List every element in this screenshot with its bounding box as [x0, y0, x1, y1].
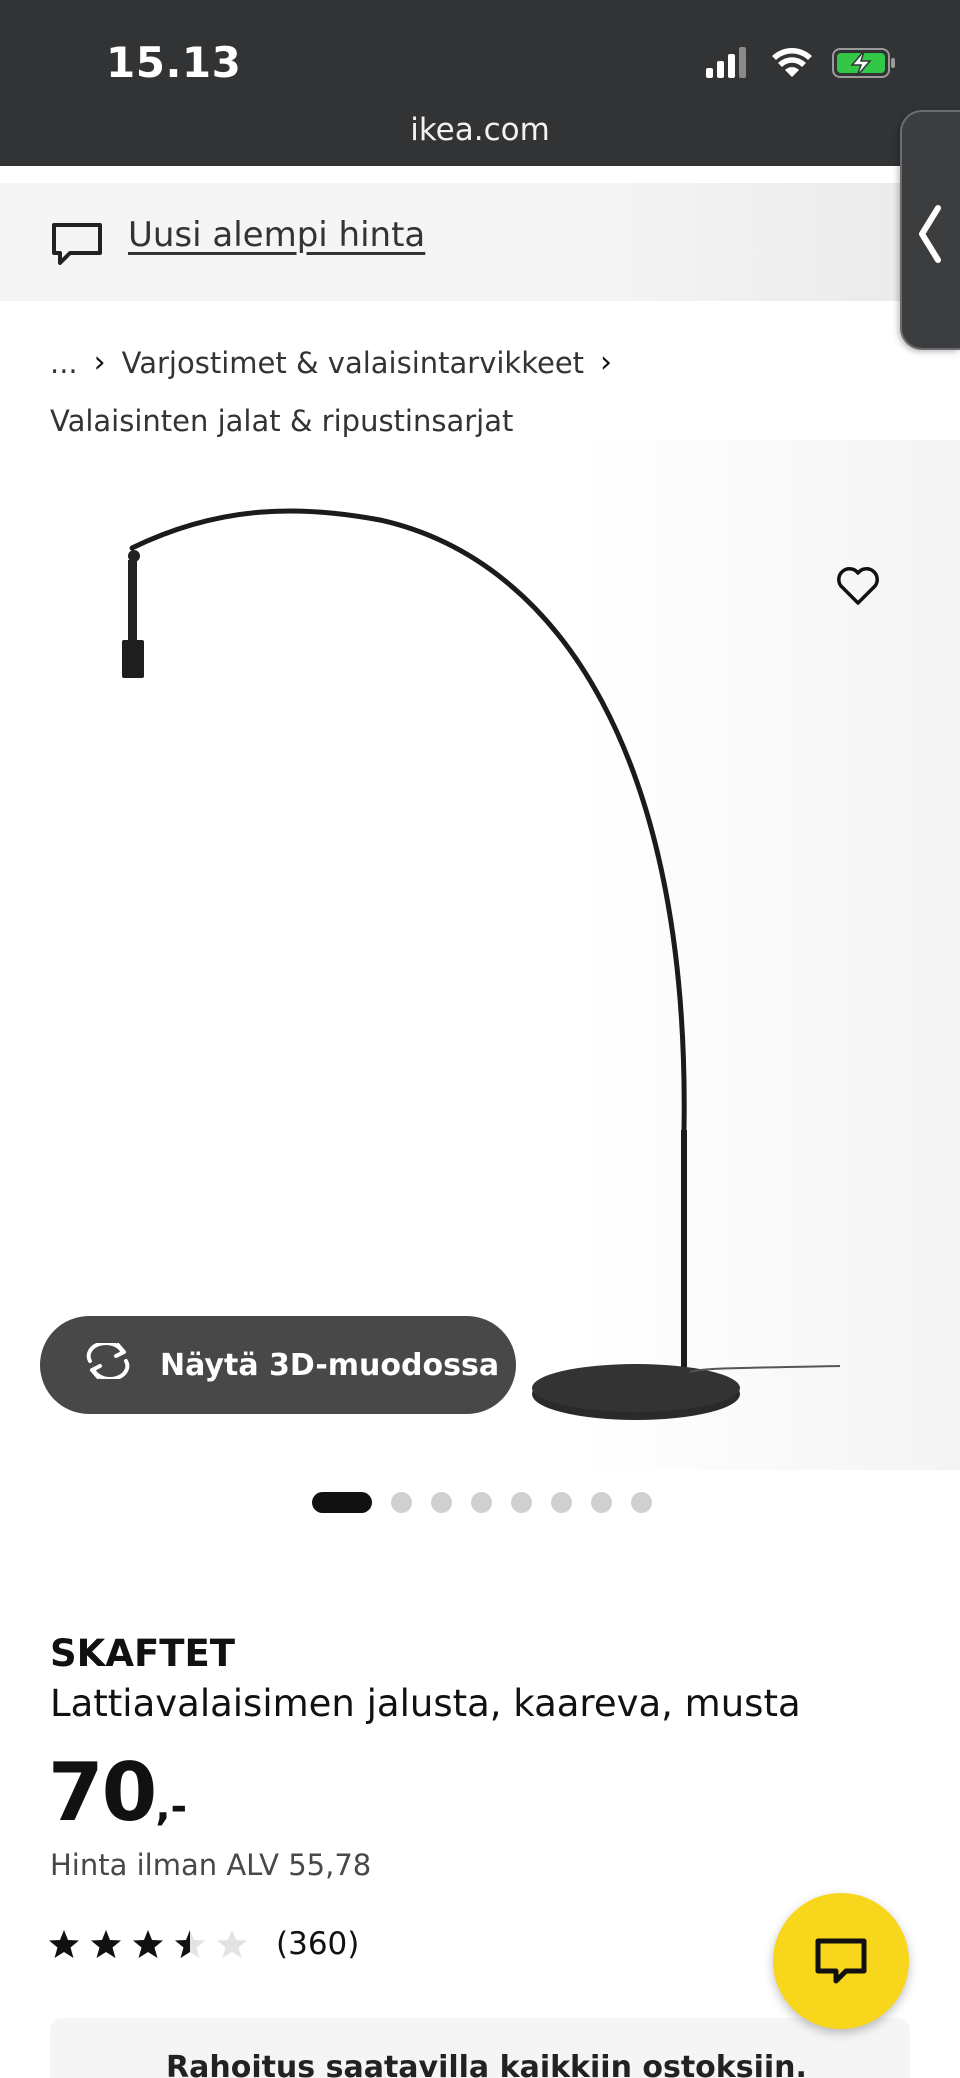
- product-rating[interactable]: (360): [48, 1926, 359, 1962]
- product-description: Lattiavalaisimen jalusta, kaareva, musta: [50, 1682, 801, 1725]
- chevron-right-icon: ›: [93, 345, 106, 380]
- financing-banner[interactable]: Rahoitus saatavilla kaikkiin ostoksiin.: [50, 2018, 910, 2078]
- product-price: 70,-: [48, 1746, 187, 1839]
- product-page: 15.13 ikea.com Uusi alempi hinta ... › V…: [0, 0, 960, 2078]
- view-3d-label: Näytä 3D-muodossa: [160, 1347, 500, 1383]
- browser-top-bar: 15.13 ikea.com: [0, 0, 960, 166]
- breadcrumb: ... › Varjostimet & valaisintarvikkeet ›…: [50, 334, 612, 450]
- gallery-dot[interactable]: [511, 1492, 532, 1513]
- star-icon: [91, 1930, 121, 1958]
- gallery-dot[interactable]: [312, 1492, 372, 1513]
- url-field[interactable]: ikea.com: [0, 112, 960, 148]
- rotate-3d-icon: [82, 1341, 134, 1387]
- status-icons: [706, 46, 896, 80]
- chat-button[interactable]: [773, 1893, 909, 2029]
- price-integer: 70: [48, 1746, 157, 1839]
- star-icon: [217, 1930, 247, 1958]
- gallery-dot[interactable]: [631, 1492, 652, 1513]
- gallery-dot[interactable]: [591, 1492, 612, 1513]
- wifi-icon: [772, 48, 812, 77]
- gallery-dot[interactable]: [431, 1492, 452, 1513]
- rating-count[interactable]: (360): [276, 1926, 359, 1962]
- price-excl-vat: Hinta ilman ALV 55,78: [50, 1848, 372, 1882]
- chat-icon: [815, 1938, 867, 1984]
- financing-text: Rahoitus saatavilla kaikkiin ostoksiin.: [166, 2050, 807, 2078]
- star-icon: [175, 1930, 205, 1958]
- chevron-left-icon: [919, 205, 941, 263]
- favorite-heart-icon[interactable]: [836, 566, 880, 610]
- promo-banner[interactable]: Uusi alempi hinta: [0, 183, 960, 301]
- battery-charging-icon: [832, 48, 895, 78]
- promo-link[interactable]: Uusi alempi hinta: [128, 215, 425, 255]
- breadcrumb-parent[interactable]: Varjostimet & valaisintarvikkeet: [122, 334, 584, 392]
- side-panel-handle[interactable]: [900, 110, 960, 350]
- rating-stars: [48, 1928, 248, 1960]
- view-3d-button[interactable]: Näytä 3D-muodossa: [40, 1316, 516, 1414]
- gallery-dot[interactable]: [471, 1492, 492, 1513]
- product-name: SKAFTET: [50, 1632, 235, 1675]
- star-icon: [133, 1930, 163, 1958]
- price-suffix: ,-: [155, 1784, 188, 1830]
- status-time: 15.13: [106, 38, 242, 87]
- breadcrumb-ellipsis[interactable]: ...: [50, 334, 78, 392]
- signal-icon: [706, 47, 746, 78]
- gallery-pagination[interactable]: [312, 1492, 652, 1513]
- chevron-right-icon: ›: [600, 345, 613, 380]
- gallery-dot[interactable]: [391, 1492, 412, 1513]
- speech-bubble-icon: [50, 221, 104, 271]
- star-icon: [49, 1930, 79, 1958]
- gallery-dot[interactable]: [551, 1492, 572, 1513]
